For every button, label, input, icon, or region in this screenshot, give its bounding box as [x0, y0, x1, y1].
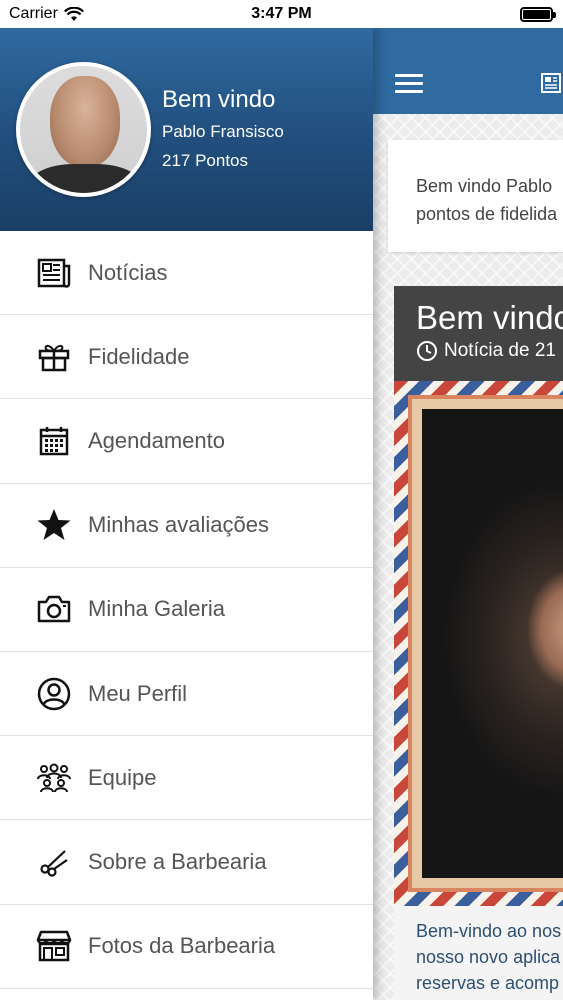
clock-icon [417, 341, 437, 361]
main-content: Bem vindo Pablo pontos de fidelida Bem v… [373, 28, 563, 1000]
menu-item-agendamento[interactable]: Agendamento [0, 399, 373, 484]
news-excerpt: Bem-vindo ao nos nosso novo aplica reser… [394, 906, 563, 996]
news-excerpt-line: nosso novo aplica [416, 947, 561, 967]
user-circle-icon [36, 676, 72, 712]
drawer-header: Bem vindo Pablo Fransisco 217 Pontos [0, 28, 373, 231]
menu-item-equipe[interactable]: Equipe [0, 736, 373, 821]
calendar-icon [36, 423, 72, 459]
user-name: Pablo Fransisco [162, 122, 284, 141]
news-image [394, 381, 563, 906]
news-date-row: Notícia de 21 [416, 340, 563, 362]
menu-item-label: Agendamento [88, 427, 225, 453]
menu-item-fotos-da-barbearia[interactable]: Fotos da Barbearia [0, 904, 373, 989]
side-drawer: Bem vindo Pablo Fransisco 217 Pontos Not… [0, 28, 373, 1000]
menu-item-label: Meu Perfil [88, 680, 188, 706]
welcome-card-line: Bem vindo Pablo [416, 176, 553, 196]
main-header [373, 28, 563, 114]
welcome-card: Bem vindo Pablo pontos de fidelida [388, 140, 563, 252]
menu-item-noticias[interactable]: Notícias [0, 231, 373, 316]
menu-item-meu-perfil[interactable]: Meu Perfil [0, 651, 373, 737]
avatar[interactable] [16, 62, 151, 197]
news-header: Bem vindo Notícia de 21 [394, 286, 563, 381]
news-card[interactable]: Bem vindo Notícia de 21 Bem-vindo ao nos… [394, 286, 563, 1000]
drawer-welcome: Bem vindo [162, 86, 276, 113]
battery-icon [520, 7, 556, 22]
menu-item-label: Minha Galeria [88, 596, 225, 622]
star-icon [36, 507, 72, 543]
drawer-menu: Notícias Fidelidade Agendamento Minhas a… [0, 231, 373, 989]
menu-item-minha-galeria[interactable]: Minha Galeria [0, 567, 373, 652]
news-title: Bem vindo [416, 299, 563, 336]
news-excerpt-line: reservas e acomp [416, 973, 560, 993]
camera-icon [36, 591, 72, 627]
status-bar: Carrier 3:47 PM [0, 0, 563, 28]
menu-item-minhas-avaliacoes[interactable]: Minhas avaliações [0, 483, 373, 568]
gift-icon [36, 339, 72, 375]
news-excerpt-line: Bem-vindo ao nos [416, 921, 562, 941]
storefront-icon [36, 928, 72, 964]
menu-item-fidelidade[interactable]: Fidelidade [0, 315, 373, 400]
menu-item-label: Notícias [88, 259, 168, 285]
menu-item-label: Sobre a Barbearia [88, 848, 267, 874]
menu-item-label: Equipe [88, 764, 157, 790]
team-icon [36, 760, 72, 796]
menu-item-label: Fotos da Barbearia [88, 933, 276, 959]
scissors-icon [36, 844, 72, 880]
menu-item-label: Minhas avaliações [88, 512, 269, 538]
menu-item-label: Fidelidade [88, 343, 190, 369]
user-points: 217 Pontos [162, 151, 249, 170]
newspaper-icon[interactable] [541, 72, 563, 94]
menu-item-sobre-a-barbearia[interactable]: Sobre a Barbearia [0, 820, 373, 905]
welcome-card-line: pontos de fidelida [416, 204, 558, 224]
news-date: Notícia de 21 [444, 340, 556, 361]
newspaper-icon [36, 255, 72, 291]
hamburger-menu-icon[interactable] [395, 74, 423, 94]
status-time: 3:47 PM [251, 5, 312, 22]
